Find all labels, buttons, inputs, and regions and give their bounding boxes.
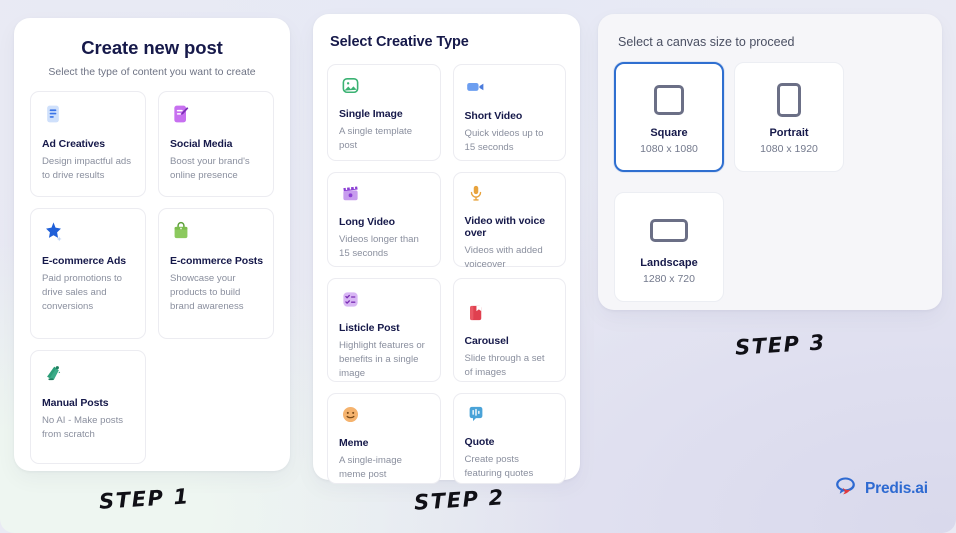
smiley-face-icon bbox=[339, 405, 361, 424]
creative-desc: Slide through a set of images bbox=[464, 353, 545, 379]
create-new-post-panel: Create new post Select the type of conte… bbox=[14, 18, 290, 471]
portrait-shape-icon bbox=[777, 79, 801, 121]
creative-title: Long Video bbox=[339, 216, 395, 228]
option-title: E-commerce Ads bbox=[42, 255, 126, 267]
sparkle-star-icon bbox=[42, 220, 64, 242]
creative-card-short-video[interactable]: Short Video Quick videos up to 15 second… bbox=[452, 64, 566, 161]
creative-card-single-image[interactable]: Single Image A single template post bbox=[327, 64, 441, 161]
creative-desc: Videos with added voiceover bbox=[464, 245, 543, 271]
canvas-size-grid: Square 1080 x 1080 Portrait 1080 x 1920 … bbox=[614, 62, 926, 302]
creative-desc: Videos longer than 15 seconds bbox=[339, 234, 419, 260]
option-card-ecommerce-posts[interactable]: E-commerce Posts Showcase your products … bbox=[158, 208, 274, 339]
quote-bubble-icon bbox=[465, 405, 487, 423]
page-title: Create new post bbox=[81, 37, 223, 58]
canvas-panel-title: Select a canvas size to proceed bbox=[618, 35, 795, 49]
creative-title: Meme bbox=[339, 437, 369, 449]
square-shape-icon bbox=[654, 79, 684, 121]
creative-card-listicle-post[interactable]: Listicle Post Highlight features or bene… bbox=[327, 278, 441, 382]
canvas-size-landscape[interactable]: Landscape 1280 x 720 bbox=[614, 192, 724, 302]
option-desc: No AI - Make posts from scratch bbox=[42, 415, 124, 441]
canvas-size-panel: Select a canvas size to proceed Square 1… bbox=[598, 14, 942, 310]
creative-desc: Quick videos up to 15 seconds bbox=[464, 128, 544, 154]
option-title: Social Media bbox=[170, 138, 233, 150]
image-photo-icon bbox=[339, 76, 361, 95]
canvas-size-dims: 1080 x 1920 bbox=[760, 143, 818, 155]
option-desc: Showcase your products to build brand aw… bbox=[170, 273, 244, 313]
canvas-size-dims: 1080 x 1080 bbox=[640, 143, 698, 155]
app-root: Create new post Select the type of conte… bbox=[0, 0, 956, 533]
brand-name: Predis.ai bbox=[865, 480, 928, 497]
creative-desc: Create posts featuring quotes bbox=[464, 454, 534, 480]
document-pencil-icon bbox=[170, 103, 192, 125]
creative-type-title: Select Creative Type bbox=[330, 34, 469, 50]
canvas-size-label: Square bbox=[650, 127, 688, 139]
creative-title: Video with voice over bbox=[464, 215, 546, 239]
creative-desc: Highlight features or benefits in a sing… bbox=[339, 340, 425, 380]
step-2-annotation: STEP 2 bbox=[413, 485, 506, 515]
option-desc: Design impactful ads to drive results bbox=[42, 156, 132, 182]
option-title: Manual Posts bbox=[42, 397, 109, 409]
microphone-icon bbox=[465, 184, 487, 202]
option-desc: Paid promotions to drive sales and conve… bbox=[42, 273, 122, 313]
select-creative-type-panel: Select Creative Type Single Image A sing… bbox=[313, 14, 580, 484]
creative-title: Carousel bbox=[464, 335, 509, 347]
option-card-social-media[interactable]: Social Media Boost your brand's online p… bbox=[158, 91, 274, 197]
creative-title: Single Image bbox=[339, 108, 403, 120]
document-lines-icon bbox=[42, 103, 64, 125]
option-card-manual-posts[interactable]: Manual Posts No AI - Make posts from scr… bbox=[30, 350, 146, 464]
creative-card-quote[interactable]: Quote Create posts featuring quotes bbox=[452, 393, 566, 484]
creative-title: Quote bbox=[464, 436, 495, 448]
brand-logo: Predis.ai bbox=[833, 474, 928, 504]
speech-bubble-logo-icon bbox=[833, 474, 858, 504]
creative-desc: A single template post bbox=[339, 126, 413, 152]
carousel-cards-icon bbox=[465, 304, 487, 322]
creative-title: Short Video bbox=[464, 110, 523, 122]
step-3-annotation: STEP 3 bbox=[734, 330, 827, 360]
creative-title: Listicle Post bbox=[339, 322, 400, 334]
canvas-size-label: Portrait bbox=[769, 127, 809, 139]
option-title: E-commerce Posts bbox=[170, 255, 263, 267]
option-desc: Boost your brand's online presence bbox=[170, 156, 250, 182]
shopping-bag-icon bbox=[170, 220, 192, 242]
megaphone-hand-icon bbox=[42, 362, 64, 384]
checklist-icon bbox=[339, 290, 361, 309]
option-card-ecommerce-ads[interactable]: E-commerce Ads Paid promotions to drive … bbox=[30, 208, 146, 339]
creative-card-carousel[interactable]: Carousel Slide through a set of images bbox=[452, 278, 566, 382]
landscape-shape-icon bbox=[650, 209, 688, 251]
creative-desc: A single-image meme post bbox=[339, 455, 402, 481]
step-1-annotation: STEP 1 bbox=[98, 484, 191, 514]
creative-card-video-voice-over[interactable]: Video with voice over Videos with added … bbox=[452, 172, 566, 270]
canvas-size-label: Landscape bbox=[640, 257, 698, 269]
film-clapper-icon bbox=[339, 184, 361, 203]
canvas-size-portrait[interactable]: Portrait 1080 x 1920 bbox=[734, 62, 844, 172]
option-card-ad-creatives[interactable]: Ad Creatives Design impactful ads to dri… bbox=[30, 91, 146, 197]
page-subtitle: Select the type of content you want to c… bbox=[48, 66, 256, 78]
canvas-size-square[interactable]: Square 1080 x 1080 bbox=[614, 62, 724, 172]
video-camera-icon bbox=[465, 76, 487, 97]
creative-card-meme[interactable]: Meme A single-image meme post bbox=[327, 393, 441, 484]
creative-card-long-video[interactable]: Long Video Videos longer than 15 seconds bbox=[327, 172, 441, 267]
option-title: Ad Creatives bbox=[42, 138, 105, 150]
canvas-size-dims: 1280 x 720 bbox=[643, 273, 695, 285]
